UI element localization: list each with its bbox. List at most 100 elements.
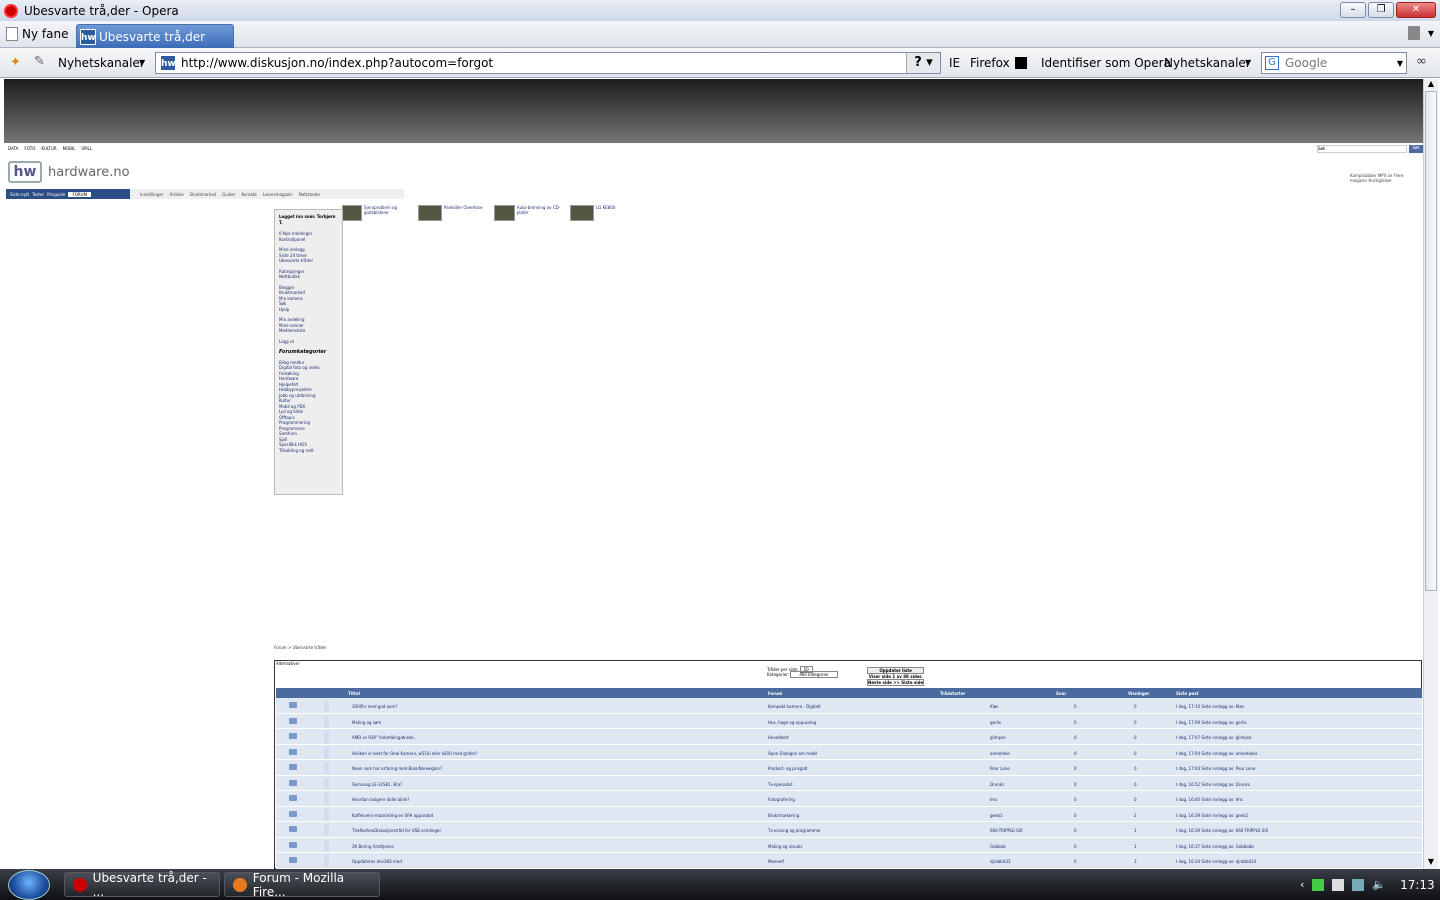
nav-item[interactable]: Prisguide xyxy=(47,192,65,197)
thread-forum[interactable]: Maling og visuals xyxy=(768,844,802,849)
table-row[interactable]: Oppdateres dev360 med Moneelf djrabbit33 0 3… xyxy=(276,853,1422,869)
vertical-scrollbar[interactable]: ▲ ▼ xyxy=(1423,79,1438,869)
top-right-links[interactable]: Kampklubber MPX.se Flere magasin Hurtigl… xyxy=(1350,173,1420,183)
thread-forum[interactable]: Kompakt kamera - Digitalt xyxy=(768,704,821,709)
subnav-item[interactable]: Artikler xyxy=(170,192,185,197)
tab-active[interactable]: hw Ubesvarte trå,der xyxy=(76,24,234,48)
network-icon[interactable] xyxy=(1312,878,1325,891)
toplink[interactable]: DATA xyxy=(8,146,18,151)
clapper-icon[interactable] xyxy=(1015,57,1027,69)
thread-starter[interactable]: geeb1 xyxy=(990,813,1003,818)
subnav-item[interactable]: Guider xyxy=(222,192,235,197)
toplink[interactable]: KULTUR xyxy=(41,146,56,151)
nav-item[interactable]: Siste nytt xyxy=(10,192,29,197)
wand-icon[interactable]: ✦ xyxy=(10,55,21,70)
toplink[interactable]: SPILL xyxy=(81,146,92,151)
thread-forum[interactable]: Moneelf xyxy=(768,859,784,864)
close-button[interactable]: ✕ xyxy=(1396,2,1436,18)
table-row[interactable]: Hvordan balgere dalle bilde? Fotograferin… xyxy=(276,791,1422,807)
subnav-item[interactable]: Innstillinger xyxy=(140,192,164,197)
thread-last-post[interactable]: I dag, 16:39 Siste innlegg av: 666-TRIPP… xyxy=(1176,828,1268,833)
thread-starter[interactable]: ameofake xyxy=(990,751,1010,756)
table-row[interactable]: Samsung LE-32S81. Bra? Tv-spesialist Drunk… xyxy=(276,775,1422,791)
minimize-button[interactable]: – xyxy=(1340,2,1366,18)
clock[interactable]: 17:13 xyxy=(1400,878,1435,892)
thread-title[interactable]: Kaffekvern-maskinteig en SRA apparatet xyxy=(352,813,433,818)
address-field[interactable]: hw http://www.diskusjon.no/index.php?aut… xyxy=(155,52,941,74)
thread-last-post[interactable]: I dag, 16:52 Siste innlegg av: Drunks xyxy=(1176,782,1250,787)
thread-starter[interactable]: gerlis xyxy=(990,720,1001,725)
start-button[interactable] xyxy=(8,870,50,900)
thread-starter[interactable]: Pear Lone xyxy=(990,766,1010,771)
thread-title[interactable]: AMD vs 939" Anbefaling/ønske... xyxy=(352,735,417,740)
thread-title[interactable]: Hvilken er best for Oeal Kamera, w510i e… xyxy=(352,751,478,756)
table-row[interactable]: TheRoxheeDiskusjonstråd for USB sendinge… xyxy=(276,822,1422,838)
column-header[interactable]: Siste post xyxy=(1176,691,1199,696)
chevron-left-icon[interactable]: ‹ xyxy=(1300,878,1304,891)
thread-title[interactable]: 2K Boring Ansttjenks xyxy=(352,844,394,849)
sidebar-link[interactable]: Logg ut xyxy=(279,339,338,345)
chevron-down-icon[interactable]: ▼ xyxy=(1397,59,1403,68)
thread-title[interactable]: Samsung LE-32S81. Bra? xyxy=(352,782,402,787)
feeds-menu-2[interactable]: Nyhetskanaler xyxy=(1164,56,1251,70)
nav-item[interactable]: Tester xyxy=(32,192,44,197)
table-row[interactable]: 2K Boring Ansttjenks Maling og visuals Gob… xyxy=(276,837,1422,853)
volume-icon[interactable]: 🔈 xyxy=(1372,878,1386,891)
column-header[interactable]: Trådstarter xyxy=(940,691,965,696)
battery-icon[interactable] xyxy=(1332,878,1345,891)
thumb-item[interactable]: Sjeraproblem og gudsbildene xyxy=(342,205,412,221)
table-row[interactable]: Maling og søm Hus, hage og oppussing gerli… xyxy=(276,713,1422,729)
thumb-item[interactable]: Painkiller Overdose xyxy=(418,205,488,221)
thread-starter[interactable]: Ims xyxy=(990,797,997,802)
column-header[interactable]: Tittel xyxy=(348,691,360,696)
thread-forum[interactable]: Âpen Dialogen om mobil xyxy=(768,751,817,756)
thread-title[interactable]: Maling og søm xyxy=(352,720,381,725)
breadcrumb[interactable]: Forum > Ubesvarte tråder xyxy=(274,645,327,650)
table-row[interactable]: Hvilken er best for Oeal Kamera, w510i e… xyxy=(276,744,1422,760)
thread-forum[interactable]: Tv-visning og programmer xyxy=(768,828,821,833)
scroll-thumb[interactable] xyxy=(1425,91,1437,591)
thread-title[interactable]: Noen som har erfaring med BankNorwegian? xyxy=(352,766,442,771)
thread-forum[interactable]: Fotografering xyxy=(768,797,795,802)
table-row[interactable]: Noen som har erfaring med BankNorwegian?… xyxy=(276,760,1422,776)
thread-forum[interactable]: Produkt- og prisgalt xyxy=(768,766,807,771)
site-logo[interactable]: hw hardware.no xyxy=(8,161,130,183)
taskbar-item-firefox[interactable]: Forum - Mozilla Fire... xyxy=(224,871,380,899)
thumb-item[interactable]: LG KE800 xyxy=(570,205,640,221)
chevron-down-icon[interactable]: ▼ xyxy=(1428,29,1434,38)
firefox-button[interactable]: Firefox xyxy=(970,56,1010,70)
thread-last-post[interactable]: I dag, 16:40 Siste innlegg av: Ims xyxy=(1176,797,1243,802)
thread-starter[interactable]: Kløs xyxy=(990,704,998,709)
thread-forum[interactable]: Hovedkort xyxy=(768,735,789,740)
category-link[interactable]: Tilkobling og nett xyxy=(279,448,338,454)
thread-last-post[interactable]: I dag, 16:34 Siste innlegg av: djrabbit3… xyxy=(1176,859,1256,864)
subnav-item[interactable]: Kontakt xyxy=(242,192,257,197)
thread-last-post[interactable]: I dag, 17:07 Siste innlegg av: glimpse xyxy=(1176,735,1251,740)
thread-last-post[interactable]: I dag, 16:39 Siste innlegg av: geeb1 xyxy=(1176,813,1248,818)
pencil-icon[interactable]: ✎ xyxy=(34,54,45,69)
thread-starter[interactable]: Drunks xyxy=(990,782,1004,787)
display-icon[interactable] xyxy=(1352,878,1365,891)
thread-last-post[interactable]: I dag, 17:09 Siste innlegg av: gerlis xyxy=(1176,720,1247,725)
scroll-down-arrow-icon[interactable]: ▼ xyxy=(1424,857,1438,869)
table-row[interactable]: Kaffekvern-maskinteig en SRA apparatet Br… xyxy=(276,806,1422,822)
next-page-button[interactable]: Neste side >> Siste side xyxy=(867,679,925,686)
identify-as-opera-button[interactable]: Identifiser som Opera xyxy=(1041,56,1171,70)
chevron-down-icon[interactable]: ▼ xyxy=(139,58,145,67)
refresh-list-button[interactable]: Oppdater liste xyxy=(867,667,925,674)
thread-starter[interactable]: djrabbit33 xyxy=(990,859,1011,864)
new-tab-button[interactable]: Ny fane xyxy=(6,24,68,44)
thread-forum[interactable]: Bruktmarkering xyxy=(768,813,799,818)
subnav-item[interactable]: Nettsteder xyxy=(299,192,320,197)
toplink[interactable]: FOTO xyxy=(24,146,35,151)
column-header[interactable]: Forum xyxy=(768,691,782,696)
title-bar[interactable]: Ubesvarte trå,der - Opera – ❐ ✕ xyxy=(0,0,1440,21)
thread-title[interactable]: TheRoxheeDiskusjonstråd for USB sendinge… xyxy=(352,828,441,833)
table-row[interactable]: AMD vs 939" Anbefaling/ønske... Hovedkort… xyxy=(276,729,1422,745)
site-search-input[interactable]: Søk xyxy=(1317,145,1407,153)
feeds-menu[interactable]: Nyhetskanaler xyxy=(58,56,145,70)
chevron-down-icon[interactable]: ▼ xyxy=(1245,58,1251,67)
thread-last-post[interactable]: I dag, 17:04 Siste innlegg av: ameofakes xyxy=(1176,751,1258,756)
thread-starter[interactable]: 666-TRIPPLE-SIX xyxy=(990,828,1023,833)
thread-title[interactable]: 3000hr med god oom? xyxy=(352,704,398,709)
